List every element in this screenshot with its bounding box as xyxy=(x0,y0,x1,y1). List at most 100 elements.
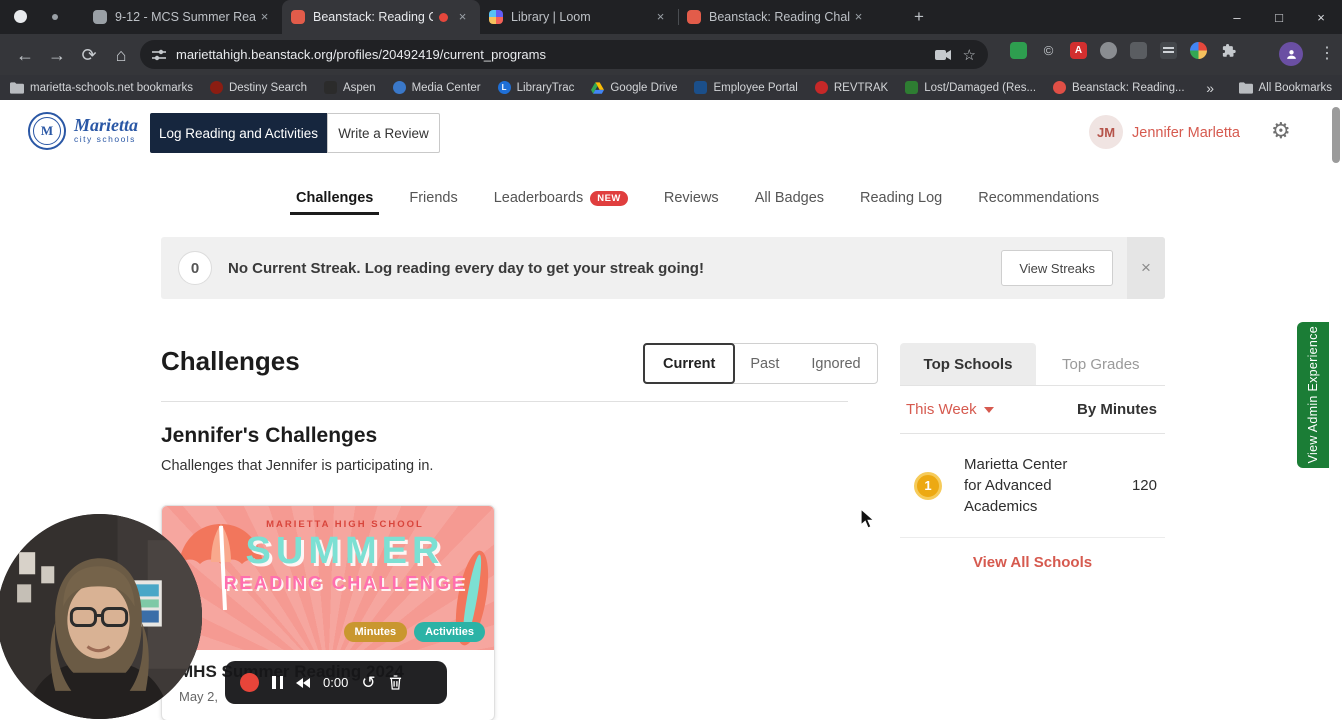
person-icon xyxy=(1286,49,1296,59)
folder-icon xyxy=(1238,81,1253,94)
tab-challenges[interactable]: Challenges xyxy=(289,190,380,215)
keyboard-extension-icon[interactable] xyxy=(1160,42,1177,59)
bookmark-folder[interactable]: marietta-schools.net bookmarks xyxy=(10,82,193,94)
filter-current[interactable]: Current xyxy=(643,343,736,384)
address-bar[interactable]: mariettahigh.beanstack.org/profiles/2049… xyxy=(140,40,988,69)
tab-leaderboards[interactable]: Leaderboards NEW xyxy=(494,190,628,206)
tab-reviews[interactable]: Reviews xyxy=(664,190,719,206)
tab-top-grades[interactable]: Top Grades xyxy=(1036,343,1166,385)
site-logo[interactable]: M Marietta city schools xyxy=(28,112,138,150)
home-icon[interactable]: ⌂ xyxy=(108,42,134,68)
bookmark-item[interactable]: REVTRAK xyxy=(814,81,888,94)
browser-profile-avatar[interactable] xyxy=(1279,42,1303,66)
all-bookmarks-button[interactable]: All Bookmarks xyxy=(1238,81,1332,94)
bookmark-item[interactable]: L LibraryTrac xyxy=(497,81,574,94)
bookmark-item[interactable]: Lost/Damaged (Res... xyxy=(905,81,1036,94)
view-streaks-button[interactable]: View Streaks xyxy=(1001,250,1113,286)
leaderboard-controls: This Week By Minutes xyxy=(900,386,1165,434)
beanstack-extension-icon[interactable] xyxy=(1010,42,1027,59)
bookmarks-overflow-icon[interactable]: » xyxy=(1206,80,1214,96)
bookmark-label: Google Drive xyxy=(610,81,678,94)
tab-favicon xyxy=(93,10,107,24)
rewind-button[interactable] xyxy=(296,677,310,688)
browser-tab[interactable]: 9-12 - MCS Summer Reading × xyxy=(84,0,282,34)
recording-indicator-icon xyxy=(439,12,448,22)
bookmark-item[interactable]: Beanstack: Reading... xyxy=(1053,81,1185,94)
browser-menu-icon[interactable]: ⋮ xyxy=(1316,42,1338,66)
browser-tab-active[interactable]: Beanstack: Reading Challen... × xyxy=(282,0,480,34)
period-label: This Week xyxy=(906,401,977,418)
bookmark-item[interactable]: Destiny Search xyxy=(209,81,307,94)
tab-close-icon[interactable]: × xyxy=(454,9,471,26)
stop-recording-button[interactable] xyxy=(240,673,259,692)
url-text[interactable]: mariettahigh.beanstack.org/profiles/2049… xyxy=(176,47,935,62)
delete-recording-button[interactable] xyxy=(389,675,402,690)
metric-selector[interactable]: By Minutes xyxy=(1077,401,1157,418)
bookmark-item[interactable]: Google Drive xyxy=(591,82,677,94)
bookmarks-bar: marietta-schools.net bookmarks Destiny S… xyxy=(0,75,1342,100)
pause-recording-button[interactable] xyxy=(272,676,283,689)
maximize-button[interactable]: □ xyxy=(1258,0,1300,34)
page-scrollbar[interactable] xyxy=(1332,107,1340,163)
restart-recording-button[interactable]: ↺ xyxy=(361,674,375,691)
tab-recommendations[interactable]: Recommendations xyxy=(978,190,1099,206)
bookmark-item[interactable]: Media Center xyxy=(392,81,481,94)
adobe-acrobat-extension-icon[interactable]: A xyxy=(1070,42,1087,59)
banner-school-name: MARIETTA HIGH SCHOOL xyxy=(266,519,424,530)
tab-close-icon[interactable]: × xyxy=(850,9,867,26)
tab-close-icon[interactable]: × xyxy=(652,9,669,26)
user-name-link[interactable]: Jennifer Marletta xyxy=(1132,125,1240,141)
tab-capture-icon[interactable] xyxy=(934,49,951,61)
bookmark-label: Media Center xyxy=(411,81,481,94)
beanstack-favicon xyxy=(1053,81,1067,94)
browser-window: 9-12 - MCS Summer Reading × Beanstack: R… xyxy=(0,0,1342,720)
pinned-tab-icon[interactable] xyxy=(52,14,58,20)
challenge-filter-group: Current Past Ignored xyxy=(643,343,878,384)
tab-close-icon[interactable]: × xyxy=(256,9,273,26)
filter-past[interactable]: Past xyxy=(734,344,795,383)
tab-reading-log[interactable]: Reading Log xyxy=(860,190,942,206)
webcam-overlay[interactable] xyxy=(0,514,202,719)
tab-top-schools[interactable]: Top Schools xyxy=(900,343,1036,385)
browser-tab[interactable]: Library | Loom × xyxy=(480,0,678,34)
write-review-button[interactable]: Write a Review xyxy=(327,113,440,153)
tab-friends[interactable]: Friends xyxy=(409,190,457,206)
dark-extension-icon[interactable] xyxy=(1130,42,1147,59)
admin-button-label: View Admin Experience xyxy=(1306,326,1320,464)
extensions-puzzle-icon[interactable] xyxy=(1220,42,1237,59)
settings-gear-icon[interactable]: ⚙ xyxy=(1271,118,1291,144)
bookmark-item[interactable]: Aspen xyxy=(323,81,376,94)
reload-icon[interactable]: ⟳ xyxy=(76,42,102,68)
owner-challenges-heading: Jennifer's Challenges xyxy=(161,424,378,447)
browser-tab[interactable]: Beanstack: Reading Challenges × xyxy=(678,0,876,34)
back-icon[interactable]: ← xyxy=(12,42,38,68)
site-settings-icon[interactable] xyxy=(152,49,166,61)
google-drive-favicon xyxy=(591,81,605,94)
window-close-button[interactable]: × xyxy=(1300,0,1342,34)
streak-message: No Current Streak. Log reading every day… xyxy=(228,259,704,277)
window-controls: – □ × xyxy=(1216,0,1342,34)
beanstack-favicon xyxy=(291,10,305,24)
bookmark-item[interactable]: Employee Portal xyxy=(694,81,798,94)
filter-ignored[interactable]: Ignored xyxy=(795,344,876,383)
log-reading-button[interactable]: Log Reading and Activities xyxy=(150,113,327,153)
streak-close-icon[interactable]: × xyxy=(1127,237,1165,299)
period-dropdown[interactable]: This Week xyxy=(906,401,994,418)
bookmark-label: Destiny Search xyxy=(228,81,307,94)
forward-icon[interactable]: → xyxy=(44,42,70,68)
copyright-extension-icon[interactable]: © xyxy=(1040,42,1057,59)
gray-extension-icon[interactable] xyxy=(1100,42,1117,59)
minimize-button[interactable]: – xyxy=(1216,0,1258,34)
bookmark-label: Aspen xyxy=(342,81,376,94)
new-tab-button[interactable]: + xyxy=(908,7,930,29)
loom-favicon xyxy=(489,10,503,24)
view-all-schools-link[interactable]: View All Schools xyxy=(900,538,1165,587)
user-avatar[interactable]: JM xyxy=(1089,115,1123,149)
folder-icon xyxy=(10,81,24,94)
view-admin-experience-button[interactable]: View Admin Experience xyxy=(1297,322,1329,468)
bookmark-star-icon[interactable]: ☆ xyxy=(963,46,976,64)
pinwheel-extension-icon[interactable] xyxy=(1190,42,1207,59)
tab-all-badges[interactable]: All Badges xyxy=(755,190,824,206)
tab-search-icon[interactable] xyxy=(14,10,27,23)
leaderboard-panel: This Week By Minutes 1 Marietta Center f… xyxy=(900,385,1165,587)
